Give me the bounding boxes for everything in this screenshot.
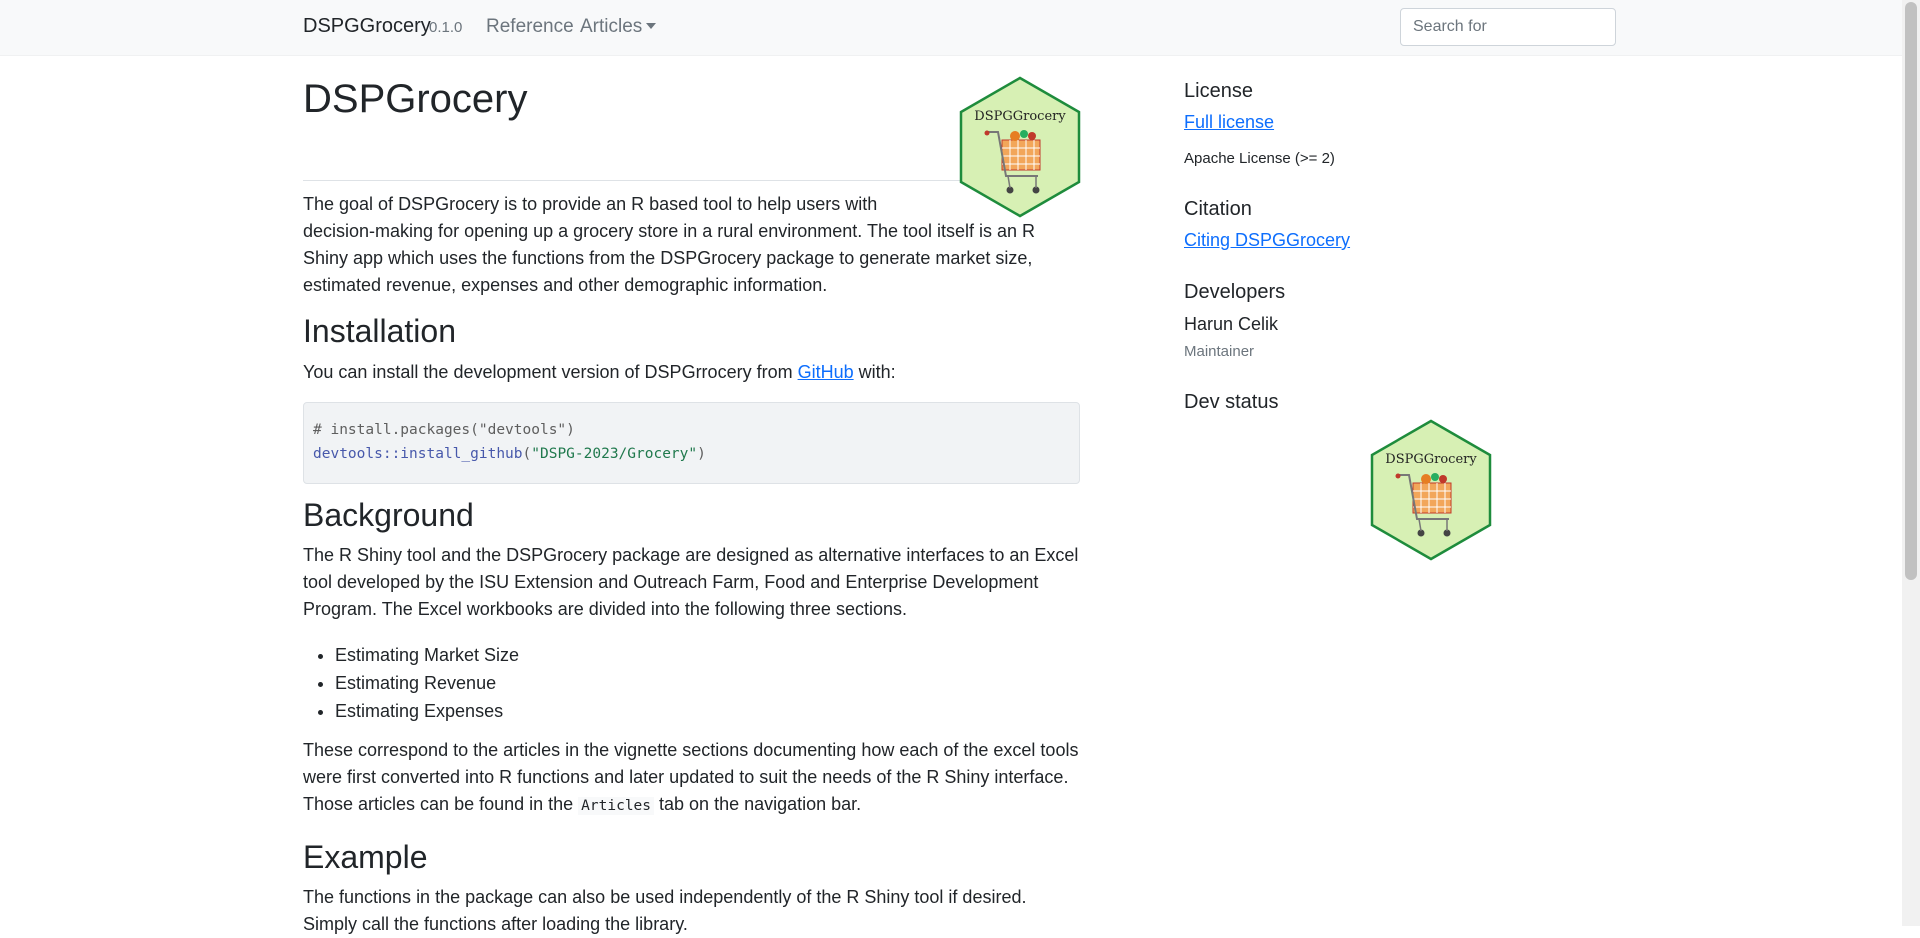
citation-link[interactable]: Citing DSPGGrocery — [1184, 230, 1350, 251]
background-heading: Background — [303, 497, 474, 533]
license-heading: License — [1184, 80, 1253, 102]
articles-inline-code: Articles — [578, 797, 655, 815]
sections-list: Estimating Market Size Estimating Revenu… — [303, 641, 519, 725]
code-comment-line: # install.packages("devtools") — [313, 422, 575, 438]
top-navbar: DSPGGrocery 0.1.0 Reference Articles — [0, 0, 1902, 56]
code-paren-open: ( — [522, 446, 532, 462]
list-item: Estimating Market Size — [335, 641, 519, 669]
github-link[interactable]: GitHub — [798, 362, 854, 382]
intro-paragraph: The goal of DSPGrocery is to provide an … — [303, 191, 1080, 299]
install-text-before: You can install the development version … — [303, 362, 798, 382]
scrollbar-thumb[interactable] — [1905, 2, 1917, 580]
page-scrollbar[interactable] — [1902, 0, 1920, 926]
background-paragraph: The R Shiny tool and the DSPGrocery pack… — [303, 545, 1079, 619]
install-code-block[interactable]: # install.packages("devtools") devtools:… — [303, 402, 1080, 484]
nav-reference[interactable]: Reference — [486, 16, 574, 38]
intro-line1: The goal of DSPGrocery is to provide an … — [303, 194, 878, 214]
code-function: devtools::install_github — [313, 446, 523, 462]
example-heading: Example — [303, 839, 428, 875]
logo-text: DSPGGrocery — [974, 109, 1066, 124]
brand-link[interactable]: DSPGGrocery — [303, 15, 431, 38]
developer-name: Harun Celik — [1184, 314, 1279, 334]
nav-articles-label: Articles — [580, 16, 643, 37]
installation-heading: Installation — [303, 313, 456, 349]
code-paren-close: ) — [697, 446, 706, 462]
search-input[interactable] — [1400, 8, 1616, 46]
vignette-text-after: tab on the navigation bar. — [654, 794, 862, 814]
full-license-link[interactable]: Full license — [1184, 112, 1274, 133]
developers-heading: Developers — [1184, 281, 1286, 303]
code-install-line: devtools::install_github("DSPG-2023/Groc… — [313, 442, 706, 466]
code-string: "DSPG-2023/Grocery" — [531, 446, 698, 462]
install-text-after: with: — [853, 362, 896, 382]
example-paragraph: The functions in the package can also be… — [303, 887, 1027, 907]
citation-heading: Citation — [1184, 198, 1252, 220]
list-item: Estimating Revenue — [335, 669, 519, 697]
install-paragraph: You can install the development version … — [303, 359, 1080, 386]
list-item: Estimating Expenses — [335, 697, 519, 725]
dev-status-heading: Dev status — [1184, 391, 1279, 413]
license-text: Apache License (>= 2) — [1184, 150, 1335, 167]
vignette-paragraph: These correspond to the articles in the … — [303, 737, 1080, 820]
developer-role: Maintainer — [1184, 343, 1255, 360]
nav-articles-dropdown[interactable]: Articles — [580, 16, 657, 38]
page-title: DSPGrocery — [303, 77, 528, 121]
dev-status-hex-logo: DSPGGrocery — [1370, 419, 1492, 561]
chevron-down-icon — [646, 23, 657, 29]
example-paragraph-cutoff: Simply call the functions after loading … — [303, 914, 688, 934]
intro-rest: decision-making for opening up a grocery… — [303, 221, 1036, 295]
version-badge: 0.1.0 — [429, 19, 463, 36]
logo-text: DSPGGrocery — [1385, 452, 1477, 467]
